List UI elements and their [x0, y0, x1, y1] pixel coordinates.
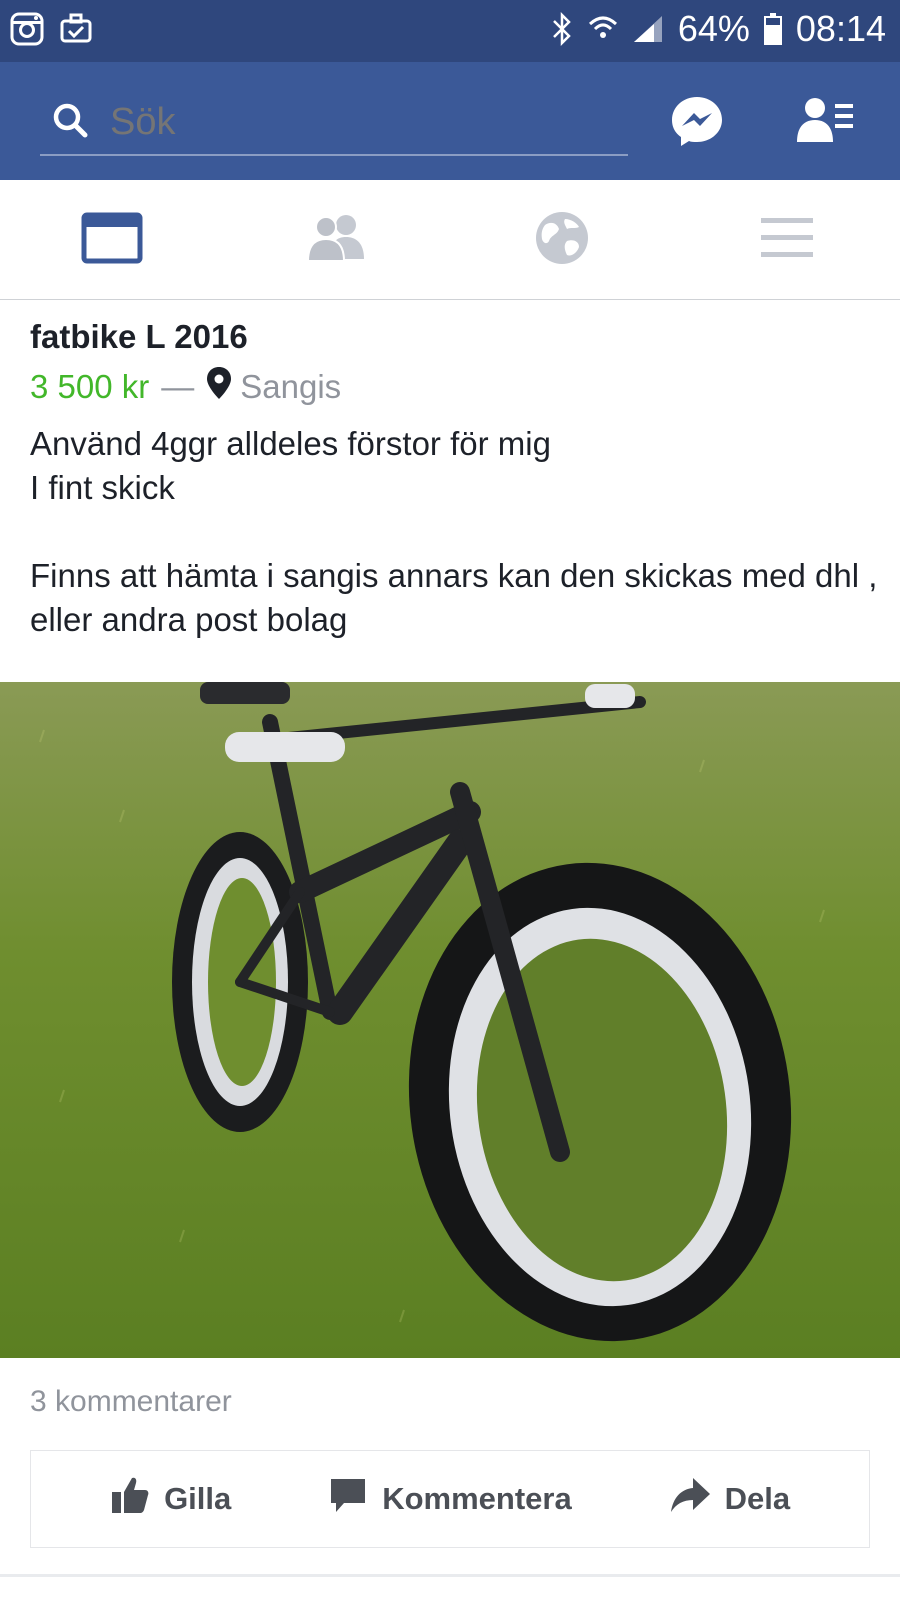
location-pin-icon [206, 366, 232, 408]
tab-friends[interactable] [292, 208, 382, 272]
wifi-icon [588, 14, 618, 44]
description-line: Använd 4ggr alldeles förstor för mig [30, 425, 551, 462]
share-label: Dela [724, 1481, 791, 1516]
tab-bar [0, 180, 900, 300]
tab-menu[interactable] [742, 208, 832, 272]
clock: 08:14 [795, 8, 886, 49]
search-icon [52, 102, 88, 143]
like-label: Gilla [164, 1481, 232, 1516]
app-header [0, 62, 900, 180]
status-bar: 64% 08:14 [0, 0, 900, 62]
friend-requests-button[interactable] [790, 90, 860, 156]
comment-icon [328, 1475, 368, 1523]
comments-count[interactable]: 3 kommentarer [30, 1385, 232, 1419]
fatbike-photo [0, 682, 900, 1358]
post-description: Använd 4ggr alldeles förstor för mig I f… [30, 422, 880, 642]
description-line: Finns att hämta i sangis annars kan den … [30, 557, 878, 638]
bottom-divider [0, 1574, 900, 1577]
bluetooth-icon [550, 12, 574, 46]
meta-separator: — [161, 368, 195, 405]
messenger-icon [670, 94, 724, 153]
comment-button[interactable]: Kommentera [310, 1475, 589, 1523]
post-photo[interactable] [0, 682, 900, 1358]
like-button[interactable]: Gilla [31, 1475, 310, 1523]
comment-label: Kommentera [382, 1481, 572, 1516]
globe-icon [533, 209, 591, 272]
battery-percent: 64% [677, 8, 750, 49]
menu-icon [759, 215, 815, 266]
search-bar[interactable] [40, 90, 628, 156]
messenger-button[interactable] [662, 90, 732, 156]
post-title[interactable]: fatbike L 2016 [30, 318, 248, 356]
friend-requests-icon [795, 96, 855, 151]
search-input[interactable] [110, 100, 590, 144]
description-line: I fint skick [30, 469, 175, 506]
briefcase-icon [60, 12, 92, 46]
share-icon [669, 1476, 711, 1522]
news-feed-icon [81, 212, 143, 269]
post-location[interactable]: Sangis [240, 368, 341, 406]
battery-icon [763, 13, 782, 45]
friends-icon [306, 213, 368, 268]
thumbs-up-icon [110, 1475, 150, 1523]
post-meta: 3 500 kr — Sangis [30, 366, 341, 408]
action-bar: Gilla Kommentera Dela [30, 1450, 870, 1548]
post-price: 3 500 kr [30, 368, 150, 405]
instagram-icon [10, 12, 44, 46]
tab-news-feed[interactable] [67, 208, 157, 272]
tab-notifications[interactable] [517, 208, 607, 272]
share-button[interactable]: Dela [590, 1476, 869, 1522]
description-line [30, 510, 880, 554]
signal-icon [632, 14, 664, 44]
